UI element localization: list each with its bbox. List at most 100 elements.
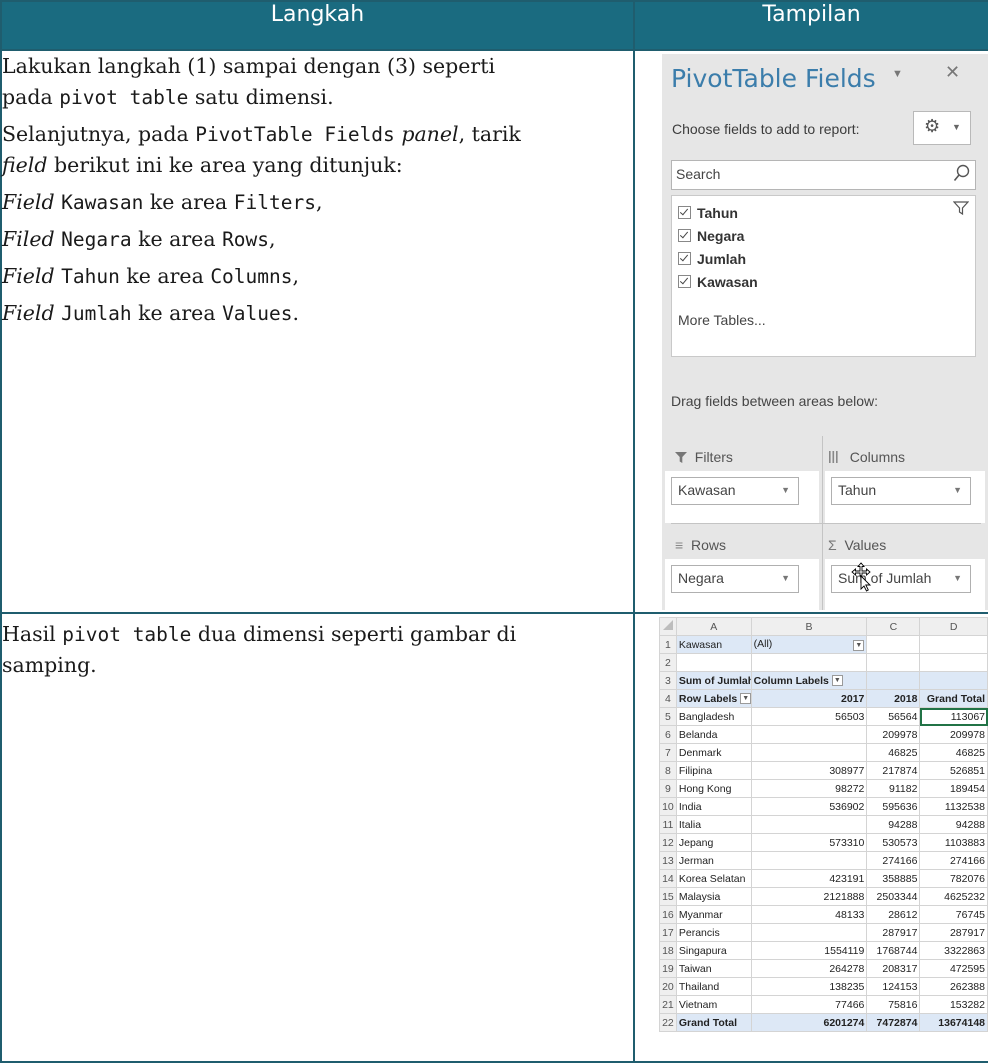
cell[interactable]: 308977 xyxy=(750,761,868,780)
cell[interactable] xyxy=(866,635,921,654)
cell[interactable]: 2018 xyxy=(866,689,921,708)
cell[interactable]: 46825 xyxy=(866,743,921,762)
cell[interactable] xyxy=(919,653,988,672)
cell[interactable]: India xyxy=(675,797,752,816)
row-number[interactable]: 13 xyxy=(659,851,677,870)
cell[interactable]: Jepang xyxy=(675,833,752,852)
cell[interactable]: 1554119 xyxy=(750,941,868,960)
cell[interactable]: 76745 xyxy=(919,905,988,924)
cell[interactable] xyxy=(866,653,921,672)
cell[interactable]: 2017 xyxy=(750,689,868,708)
row-number[interactable]: 2 xyxy=(659,653,677,672)
dropdown-button[interactable]: ▼ xyxy=(740,693,751,705)
cell[interactable]: 138235 xyxy=(750,977,868,996)
field-checkbox-negara[interactable]: Negara xyxy=(678,228,744,244)
more-tables-link[interactable]: More Tables... xyxy=(678,312,766,328)
tools-button[interactable]: ⚙ ▼ xyxy=(913,111,971,145)
row-number[interactable]: 5 xyxy=(659,707,677,726)
cell[interactable]: 209978 xyxy=(919,725,988,744)
cell[interactable]: 2503344 xyxy=(866,887,921,906)
values-dropzone[interactable]: Sum of Jumlah ▼ xyxy=(825,559,985,610)
dropdown-icon[interactable]: ▼ xyxy=(892,68,903,80)
cell[interactable]: Row Labels ▼ xyxy=(675,689,752,708)
cell[interactable] xyxy=(675,653,752,672)
column-header[interactable]: C xyxy=(866,617,921,636)
cell[interactable]: 274166 xyxy=(919,851,988,870)
cell[interactable]: 13674148 xyxy=(919,1013,988,1032)
cell[interactable]: 217874 xyxy=(866,761,921,780)
filters-field-pill[interactable]: Kawasan ▼ xyxy=(671,477,799,505)
dropdown-button[interactable]: ▼ xyxy=(853,640,865,651)
cell[interactable] xyxy=(866,671,921,690)
rows-field-pill[interactable]: Negara ▼ xyxy=(671,565,799,593)
cell[interactable]: Bangladesh xyxy=(675,707,752,726)
cell[interactable]: 1103883 xyxy=(919,833,988,852)
cell[interactable]: 77466 xyxy=(750,995,868,1014)
cell[interactable]: 3322863 xyxy=(919,941,988,960)
cell[interactable]: Column Labels ▼ xyxy=(750,671,868,690)
cell[interactable]: Grand Total xyxy=(675,1013,752,1032)
cell[interactable]: 48133 xyxy=(750,905,868,924)
cell[interactable]: 98272 xyxy=(750,779,868,798)
dropdown-button[interactable]: ▼ xyxy=(831,675,843,687)
cell[interactable]: 536902 xyxy=(750,797,868,816)
cell[interactable]: 358885 xyxy=(866,869,921,888)
row-number[interactable]: 9 xyxy=(659,779,677,798)
cell[interactable]: Myanmar xyxy=(675,905,752,924)
row-number[interactable]: 14 xyxy=(659,869,677,888)
cell[interactable]: 472595 xyxy=(919,959,988,978)
cell[interactable]: Malaysia xyxy=(675,887,752,906)
cell[interactable]: 46825 xyxy=(919,743,988,762)
row-number[interactable]: 11 xyxy=(659,815,677,834)
cell[interactable] xyxy=(750,851,868,870)
cell[interactable] xyxy=(750,815,868,834)
cell[interactable] xyxy=(919,635,988,654)
cell[interactable]: Grand Total xyxy=(919,689,988,708)
cell[interactable] xyxy=(750,743,868,762)
cell[interactable]: 124153 xyxy=(866,977,921,996)
cell[interactable]: Korea Selatan xyxy=(675,869,752,888)
column-header[interactable]: D xyxy=(919,617,988,636)
cell[interactable]: Denmark xyxy=(675,743,752,762)
cell[interactable]: 6201274 xyxy=(750,1013,868,1032)
row-number[interactable]: 12 xyxy=(659,833,677,852)
cell[interactable]: 91182 xyxy=(866,779,921,798)
cell[interactable]: 28612 xyxy=(866,905,921,924)
cell[interactable]: 153282 xyxy=(919,995,988,1014)
cell[interactable]: 56564 xyxy=(866,707,921,726)
cell[interactable] xyxy=(750,653,868,672)
cell[interactable]: 287917 xyxy=(919,923,988,942)
search-input[interactable]: Search xyxy=(671,160,976,190)
cell[interactable]: 4625232 xyxy=(919,887,988,906)
row-number[interactable]: 4 xyxy=(659,689,677,708)
cell[interactable]: 526851 xyxy=(919,761,988,780)
cell[interactable] xyxy=(750,923,868,942)
cell[interactable]: 1768744 xyxy=(866,941,921,960)
cell[interactable]: 1132538 xyxy=(919,797,988,816)
row-number[interactable]: 8 xyxy=(659,761,677,780)
columns-dropzone[interactable]: Tahun ▼ xyxy=(825,471,985,523)
select-all-corner[interactable] xyxy=(659,617,677,636)
cell[interactable]: Belanda xyxy=(675,725,752,744)
row-number[interactable]: 3 xyxy=(659,671,677,690)
cell[interactable]: 7472874 xyxy=(866,1013,921,1032)
row-number[interactable]: 10 xyxy=(659,797,677,816)
cell[interactable]: 209978 xyxy=(866,725,921,744)
cell[interactable]: Sum of Jumlah xyxy=(675,671,752,690)
cell[interactable]: 530573 xyxy=(866,833,921,852)
cell[interactable]: 264278 xyxy=(750,959,868,978)
column-header[interactable]: A xyxy=(675,617,752,636)
row-number[interactable]: 20 xyxy=(659,977,677,996)
cell[interactable]: Jerman xyxy=(675,851,752,870)
field-checkbox-kawasan[interactable]: Kawasan xyxy=(678,274,758,290)
cell[interactable]: 75816 xyxy=(866,995,921,1014)
cell[interactable]: Thailand xyxy=(675,977,752,996)
cell[interactable]: 94288 xyxy=(866,815,921,834)
row-number[interactable]: 18 xyxy=(659,941,677,960)
cell[interactable]: 573310 xyxy=(750,833,868,852)
row-number[interactable]: 15 xyxy=(659,887,677,906)
filters-dropzone[interactable]: Kawasan ▼ xyxy=(665,471,819,523)
columns-field-pill[interactable]: Tahun ▼ xyxy=(831,477,971,505)
cell[interactable]: 262388 xyxy=(919,977,988,996)
row-number[interactable]: 21 xyxy=(659,995,677,1014)
